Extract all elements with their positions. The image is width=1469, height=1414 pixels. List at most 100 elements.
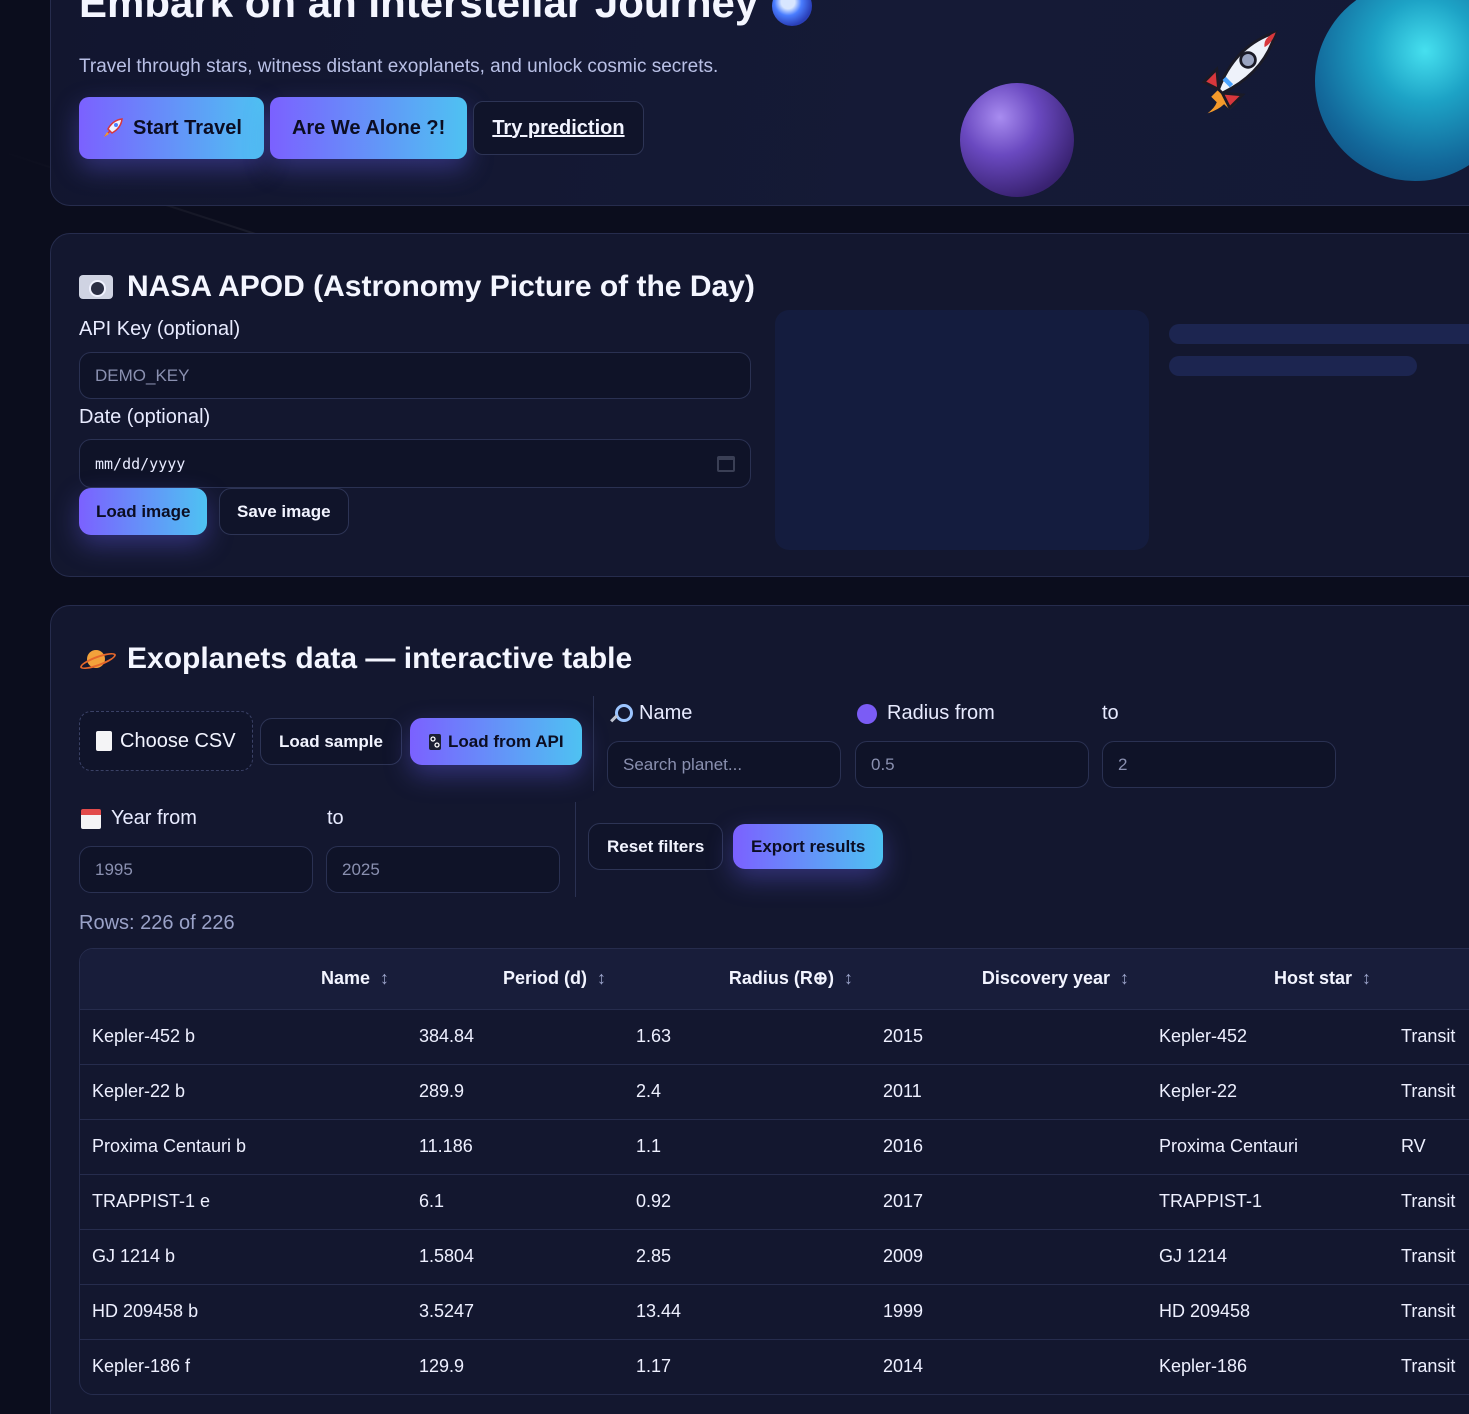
load-image-label: Load image <box>96 501 191 521</box>
cell-period: 1.5804 <box>419 1246 475 1266</box>
rocket-icon <box>104 118 123 137</box>
table-row[interactable]: HD 209458 b 3.5247 13.44 1999 HD 209458 Trans… <box>80 1284 1469 1339</box>
link-icon <box>429 733 441 750</box>
column-header-label: Host star <box>1273 968 1352 989</box>
year-from-label: Year from <box>81 807 197 830</box>
load-sample-label: Load sample <box>279 731 383 751</box>
cell-host-star: TRAPPIST-1 <box>1159 1191 1263 1211</box>
api-key-placeholder: DEMO_KEY <box>95 365 190 385</box>
cell-radius: 13.44 <box>636 1301 682 1321</box>
calendar-icon <box>81 808 101 829</box>
export-results-label: Export results <box>751 836 866 856</box>
rocket-icon <box>1201 30 1278 114</box>
column-header-discovery-year[interactable]: Discovery year ↕ <box>871 949 1147 1009</box>
date-input[interactable]: mm/dd/yyyy <box>79 439 751 488</box>
year-to-value: 2025 <box>342 859 380 879</box>
radius-from-input[interactable]: 0.5 <box>855 741 1089 788</box>
load-image-button[interactable]: Load image <box>79 488 208 535</box>
cell-host-star: HD 209458 <box>1159 1301 1251 1321</box>
cell-method: Transit <box>1401 1026 1456 1046</box>
radius-from-value: 0.5 <box>871 754 895 774</box>
cell-name: Proxima Centauri b <box>92 1136 247 1156</box>
table-row[interactable]: Kepler-22 b 289.9 2.4 2011 Kepler-22 Transit <box>80 1064 1469 1119</box>
cell-name: Kepler-452 b <box>92 1026 196 1046</box>
year-from-value: 1995 <box>95 859 133 879</box>
cell-name: Kepler-186 f <box>92 1356 191 1377</box>
column-header-method <box>1389 949 1469 1009</box>
table-row[interactable]: GJ 1214 b 1.5804 2.85 2009 GJ 1214 Transit <box>80 1229 1469 1284</box>
hero-subtitle: Travel through stars, witness distant ex… <box>79 56 719 77</box>
name-search-input[interactable]: Search planet... <box>607 741 841 788</box>
try-prediction-link[interactable]: Try prediction <box>473 101 644 155</box>
sort-arrows-icon[interactable]: ↕ <box>1362 968 1371 988</box>
are-we-alone-label: Are We Alone ?! <box>291 116 446 139</box>
cell-discovery-year: 2017 <box>883 1191 924 1211</box>
cell-radius: 2.4 <box>636 1081 662 1101</box>
table-header-row: Name ↕ Period (d) ↕ Radius (R⊕) ↕ Discovery ye… <box>80 949 1469 1009</box>
cell-method: RV <box>1401 1136 1426 1156</box>
cell-method: Transit <box>1401 1301 1456 1321</box>
column-header-radius[interactable]: Radius (R⊕) ↕ <box>624 949 871 1009</box>
table-row[interactable]: TRAPPIST-1 e 6.1 0.92 2017 TRAPPIST-1 Transit <box>80 1174 1469 1229</box>
radius-to-label: to <box>1102 702 1119 724</box>
column-header-label: Name <box>320 968 370 989</box>
reset-filters-button[interactable]: Reset filters <box>588 823 724 870</box>
api-key-input[interactable]: DEMO_KEY <box>79 352 751 399</box>
try-prediction-label: Try prediction <box>492 116 625 139</box>
cell-period: 11.186 <box>419 1136 473 1156</box>
cell-period: 6.1 <box>419 1191 445 1211</box>
api-key-label: API Key (optional) <box>79 318 241 340</box>
hero-title: Embark on an Interstellar Journey <box>79 0 813 27</box>
choose-csv-label: Choose CSV <box>120 729 236 752</box>
cell-method: Transit <box>1401 1081 1456 1101</box>
save-image-button[interactable]: Save image <box>219 488 349 535</box>
exoplanets-title: Exoplanets data — interactive table <box>79 642 632 676</box>
apod-card: NASA APOD (Astronomy Picture of the Day)… <box>50 233 1469 577</box>
date-label: Date (optional) <box>79 406 211 428</box>
apod-image-placeholder <box>775 310 1149 550</box>
column-header-host-star[interactable]: Host star ↕ <box>1147 949 1389 1009</box>
year-from-text: Year from <box>111 807 197 829</box>
sort-arrows-icon[interactable]: ↕ <box>1120 968 1129 988</box>
radius-from-text: Radius from <box>887 702 995 724</box>
year-from-input[interactable]: 1995 <box>79 846 313 893</box>
cell-period: 384.84 <box>419 1026 475 1046</box>
cell-name: HD 209458 b <box>92 1301 199 1321</box>
cell-name: TRAPPIST-1 e <box>92 1191 211 1211</box>
column-header-label: Radius (R⊕) <box>728 968 834 989</box>
load-sample-button[interactable]: Load sample <box>260 718 402 765</box>
column-header-period[interactable]: Period (d) ↕ <box>407 949 624 1009</box>
apod-title-text: NASA APOD (Astronomy Picture of the Day) <box>127 270 755 303</box>
purple-planet-decoration <box>960 83 1074 197</box>
cell-discovery-year: 2016 <box>883 1136 924 1156</box>
name-filter-label: Name <box>609 702 692 725</box>
cell-discovery-year: 1999 <box>883 1301 924 1321</box>
cell-radius: 1.17 <box>636 1356 672 1377</box>
sort-arrows-icon[interactable]: ↕ <box>844 968 853 988</box>
column-header-label: Discovery year <box>981 968 1110 989</box>
apod-title: NASA APOD (Astronomy Picture of the Day) <box>79 270 755 304</box>
purple-circle-icon <box>857 703 877 724</box>
export-results-button[interactable]: Export results <box>733 824 884 869</box>
table-row[interactable]: Kepler-186 f 129.9 1.17 2014 Kepler-186 Trans… <box>80 1339 1469 1394</box>
cell-discovery-year: 2015 <box>883 1026 924 1046</box>
sort-arrows-icon[interactable]: ↕ <box>597 968 606 988</box>
table-row[interactable]: Proxima Centauri b 11.186 1.1 2016 Proxima C… <box>80 1119 1469 1174</box>
hero-section: Embark on an Interstellar Journey Travel… <box>50 0 1469 206</box>
hero-title-text: Embark on an Interstellar Journey <box>79 0 759 26</box>
toolbar-divider <box>593 696 594 791</box>
calendar-picker-icon[interactable] <box>717 455 735 472</box>
cell-period: 129.9 <box>419 1356 465 1377</box>
are-we-alone-button[interactable]: Are We Alone ?! <box>269 97 468 159</box>
year-to-label: to <box>327 807 344 829</box>
cell-radius: 1.63 <box>636 1026 672 1046</box>
start-travel-button[interactable]: Start Travel <box>79 97 264 159</box>
choose-csv-button[interactable]: Choose CSV <box>79 711 253 771</box>
table-row[interactable]: Kepler-452 b 384.84 1.63 2015 Kepler-452 Tran… <box>80 1009 1469 1064</box>
load-from-api-button[interactable]: Load from API <box>410 718 582 765</box>
start-travel-label: Start Travel <box>133 116 242 139</box>
sort-arrows-icon[interactable]: ↕ <box>380 968 389 988</box>
column-header-name[interactable]: Name ↕ <box>80 949 407 1009</box>
year-to-input[interactable]: 2025 <box>326 846 560 893</box>
radius-to-input[interactable]: 2 <box>1102 741 1336 788</box>
